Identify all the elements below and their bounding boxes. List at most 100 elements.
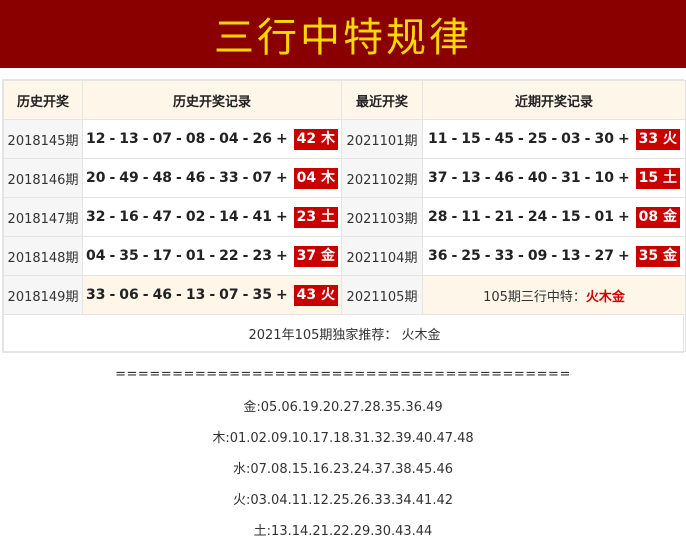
- draw-number: 47: [152, 208, 173, 225]
- draw-number: 03: [561, 130, 581, 147]
- recent-period: 2021105期: [341, 275, 423, 315]
- draw-number: 17: [152, 247, 173, 264]
- draw-number: 15: [561, 208, 581, 225]
- draw-number: 31: [561, 169, 581, 186]
- draw-number: 46: [185, 169, 206, 186]
- draw-number: 46: [494, 169, 515, 186]
- draw-number: 11: [427, 130, 448, 147]
- special-number-badge: 35 金: [635, 245, 681, 267]
- header-row: 历史开奖 历史开奖记录 最近开奖 近期开奖记录: [3, 80, 686, 120]
- draw-number: 48: [152, 169, 173, 186]
- draw-number: 04: [219, 130, 239, 147]
- special-number-badge: 08 金: [635, 206, 681, 228]
- divider-line: ========================================: [115, 367, 571, 382]
- draw-number: 21: [494, 208, 515, 225]
- draw-number: 35: [119, 247, 139, 264]
- special-number-badge: 04 木: [293, 167, 339, 189]
- draw-number: 11: [461, 208, 481, 225]
- draw-number: 33: [85, 286, 106, 303]
- draw-number: 22: [219, 247, 239, 264]
- draw-number: 46: [152, 286, 173, 303]
- history-draw: 20-49-48-46-33-07 +04 木: [82, 158, 342, 198]
- draw-number: 08: [185, 130, 206, 147]
- special-number-badge: 43 火: [293, 284, 339, 306]
- draw-number: 37: [427, 169, 448, 186]
- table-row: 2018147期 32-16-47-02-14-41 +23 土 2021103期…: [3, 197, 686, 237]
- draw-number: 26: [252, 130, 272, 147]
- recommendation-text: 2021年105期独家推荐： 火木金: [3, 314, 686, 352]
- recent-period: 2021104期: [341, 236, 423, 276]
- element-water-numbers: 水:07.08.15.16.23.24.37.38.45.46: [233, 462, 453, 477]
- special-number-badge: 37 金: [293, 245, 339, 267]
- draw-number: 06: [119, 286, 139, 303]
- recent-draw: 11-15-45-25-03-30 +33 火: [422, 119, 686, 159]
- history-draw: 04-35-17-01-22-23 +37 金: [82, 236, 342, 276]
- draw-number: 49: [119, 169, 139, 186]
- element-wood-numbers: 木:01.02.09.10.17.18.31.32.39.40.47.48: [212, 431, 474, 446]
- title-banner: 三行中特规律: [0, 0, 686, 68]
- recommend-row: 2021年105期独家推荐： 火木金: [3, 314, 686, 352]
- recent-draw: 36-25-33-09-13-27 +35 金: [422, 236, 686, 276]
- draw-number: 02: [185, 208, 206, 225]
- draw-number: 27: [594, 247, 614, 264]
- draw-number: 13: [561, 247, 581, 264]
- draw-number: 40: [527, 169, 548, 186]
- element-earth-numbers: 土:13.14.21.22.29.30.43.44: [253, 524, 433, 539]
- recent-period: 2021101期: [341, 119, 423, 159]
- draw-number: 24: [527, 208, 548, 225]
- draw-number: 15: [461, 130, 481, 147]
- results-table-wrap: 历史开奖 历史开奖记录 最近开奖 近期开奖记录 2018145期 12-13-0…: [2, 79, 686, 353]
- history-period: 2018146期: [3, 158, 83, 198]
- recent-period: 2021103期: [341, 197, 423, 237]
- special-number-badge: 42 木: [293, 128, 339, 150]
- element-fire-numbers: 火:03.04.11.12.25.26.33.34.41.42: [233, 493, 453, 508]
- draw-number: 13: [185, 286, 206, 303]
- draw-number: 41: [252, 208, 272, 225]
- recent-period: 2021102期: [341, 158, 423, 198]
- history-period: 2018147期: [3, 197, 83, 237]
- page-title: 三行中特规律: [214, 15, 472, 61]
- history-draw: 32-16-47-02-14-41 +23 土: [82, 197, 342, 237]
- draw-number: 45: [494, 130, 515, 147]
- draw-number: 16: [119, 208, 139, 225]
- draw-number: 04: [85, 247, 106, 264]
- table-row: 2018145期 12-13-07-08-04-26 +42 木 2021101期…: [3, 119, 686, 159]
- history-period: 2018148期: [3, 236, 83, 276]
- draw-number: 07: [152, 130, 173, 147]
- recent-draw: 37-13-46-40-31-10 +15 土: [422, 158, 686, 198]
- history-period: 2018149期: [3, 275, 83, 315]
- draw-number: 33: [494, 247, 515, 264]
- table-row: 2018148期 04-35-17-01-22-23 +37 金 2021104期…: [3, 236, 686, 276]
- header-recent-record: 近期开奖记录: [422, 80, 686, 120]
- draw-number: 20: [85, 169, 106, 186]
- special-number-badge: 33 火: [635, 128, 681, 150]
- draw-number: 10: [594, 169, 614, 186]
- draw-number: 35: [252, 286, 272, 303]
- draw-number: 09: [527, 247, 548, 264]
- header-recent-period: 最近开奖: [341, 80, 423, 120]
- draw-number: 25: [527, 130, 548, 147]
- special-number-badge: 15 土: [635, 167, 681, 189]
- draw-number: 13: [119, 130, 139, 147]
- prediction-value: 火木金: [585, 289, 625, 305]
- table-row: 2018146期 20-49-48-46-33-07 +04 木 2021102期…: [3, 158, 686, 198]
- table-row: 2018149期 33-06-46-13-07-35 +43 火 2021105期…: [3, 275, 686, 315]
- draw-number: 07: [219, 286, 239, 303]
- recent-draw: 28-11-21-24-15-01 +08 金: [422, 197, 686, 237]
- special-number-badge: 23 土: [293, 206, 339, 228]
- draw-number: 01: [185, 247, 206, 264]
- draw-number: 33: [219, 169, 239, 186]
- draw-number: 13: [461, 169, 481, 186]
- draw-number: 28: [427, 208, 448, 225]
- header-history-period: 历史开奖: [3, 80, 83, 120]
- draw-number: 12: [85, 130, 106, 147]
- results-table: 历史开奖 历史开奖记录 最近开奖 近期开奖记录 2018145期 12-13-0…: [3, 80, 686, 352]
- history-draw: 33-06-46-13-07-35 +43 火: [82, 275, 342, 315]
- draw-number: 30: [594, 130, 614, 147]
- draw-number: 25: [461, 247, 481, 264]
- draw-number: 07: [252, 169, 272, 186]
- history-draw: 12-13-07-08-04-26 +42 木: [82, 119, 342, 159]
- element-metal-numbers: 金:05.06.19.20.27.28.35.36.49: [243, 400, 443, 415]
- draw-number: 32: [85, 208, 106, 225]
- prediction-cell: 105期三行中特：火木金: [422, 275, 686, 315]
